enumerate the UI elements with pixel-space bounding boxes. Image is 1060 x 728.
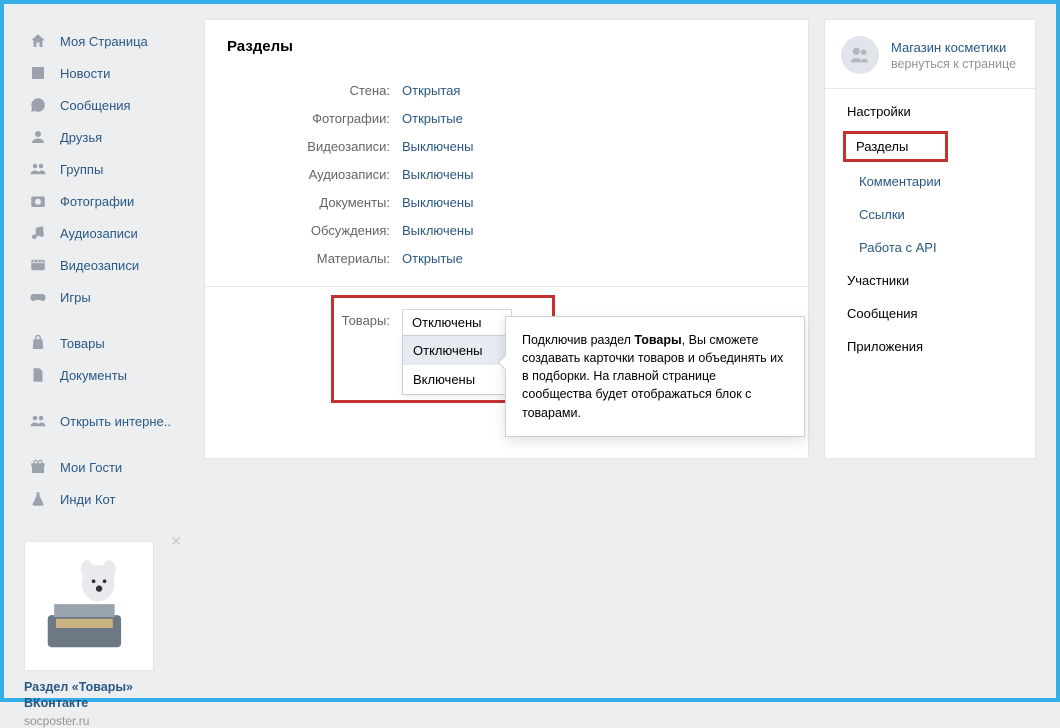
nav-label: Аудиозаписи — [60, 226, 138, 241]
msg-icon — [28, 95, 48, 115]
promo-source: socposter.ru — [24, 714, 174, 728]
nav-item-bag[interactable]: Товары — [24, 327, 189, 359]
nav-item-video[interactable]: Видеозаписи — [24, 249, 189, 281]
nav-label: Сообщения — [60, 98, 131, 113]
setting-row: Документы: Выключены — [205, 195, 778, 210]
tooltip-bold: Товары — [634, 333, 681, 347]
promo-title[interactable]: Раздел «Товары» ВКонтакте — [24, 679, 174, 712]
photo-icon — [28, 191, 48, 211]
setting-label: Фотографии: — [205, 111, 390, 126]
doc-icon — [28, 365, 48, 385]
page-title: Разделы — [205, 20, 808, 83]
setting-label: Видеозаписи: — [205, 139, 390, 154]
setting-label: Стена: — [205, 83, 390, 98]
nav-label: Открыть интерне.. — [60, 414, 171, 429]
nav-label: Группы — [60, 162, 103, 177]
nav-item-photo[interactable]: Фотографии — [24, 185, 189, 217]
setting-label: Материалы: — [205, 251, 390, 266]
setting-row: Видеозаписи: Выключены — [205, 139, 778, 154]
nav-item-user[interactable]: Друзья — [24, 121, 189, 153]
group-icon — [28, 159, 48, 179]
nav-label: Документы — [60, 368, 127, 383]
nav-label: Инди Кот — [60, 492, 115, 507]
community-back-link[interactable]: вернуться к странице — [891, 57, 1016, 71]
setting-value[interactable]: Выключены — [402, 139, 473, 154]
nav-label: Фотографии — [60, 194, 134, 209]
nav-item-group[interactable]: Группы — [24, 153, 189, 185]
setting-value[interactable]: Выключены — [402, 223, 473, 238]
main-panel: Разделы Стена: Открытая Фотографии: Открыты… — [204, 19, 809, 459]
setting-row: Материалы: Открытые — [205, 251, 778, 266]
right-menu-item[interactable]: Ссылки — [825, 198, 1035, 231]
setting-label: Документы: — [205, 195, 390, 210]
community-header[interactable]: Магазин косметики вернуться к странице — [825, 20, 1035, 89]
setting-row: Аудиозаписи: Выключены — [205, 167, 778, 182]
user-icon — [28, 127, 48, 147]
right-menu-item[interactable]: Настройки — [825, 95, 1035, 128]
setting-value[interactable]: Открытые — [402, 111, 463, 126]
nav-label: Друзья — [60, 130, 102, 145]
promo-close-icon[interactable]: ✕ — [170, 533, 182, 550]
nav-label: Мои Гости — [60, 460, 122, 475]
nav-label: Видеозаписи — [60, 258, 139, 273]
goods-select[interactable]: Отключены Отключены Включены — [402, 309, 512, 336]
right-menu-item[interactable]: Работа с API — [825, 231, 1035, 264]
setting-value[interactable]: Открытые — [402, 251, 463, 266]
setting-row: Фотографии: Открытые — [205, 111, 778, 126]
setting-value[interactable]: Выключены — [402, 195, 473, 210]
nav-item-msg[interactable]: Сообщения — [24, 89, 189, 121]
home-icon — [28, 31, 48, 51]
video-icon — [28, 255, 48, 275]
nav-item-gift[interactable]: Мои Гости — [24, 451, 189, 483]
nav-item-game[interactable]: Игры — [24, 281, 189, 313]
setting-label: Аудиозаписи: — [205, 167, 390, 182]
game-icon — [28, 287, 48, 307]
community-name: Магазин косметики — [891, 40, 1016, 55]
goods-label: Товары: — [205, 309, 390, 328]
tooltip-text-pre: Подключив раздел — [522, 333, 634, 347]
promo-block: ✕ Раздел «Товары» ВКонтакте socposter.ru — [24, 541, 174, 728]
nav-label: Игры — [60, 290, 91, 305]
right-menu-item[interactable]: Участники — [825, 264, 1035, 297]
right-menu-item[interactable]: Приложения — [825, 330, 1035, 363]
left-navigation: Моя Страница Новости Сообщения Друзья Группы… — [24, 19, 189, 683]
right-menu-active-box: Разделы — [843, 131, 948, 162]
audio-icon — [28, 223, 48, 243]
gift-icon — [28, 457, 48, 477]
goods-option-enabled[interactable]: Включены — [403, 365, 515, 394]
setting-row: Обсуждения: Выключены — [205, 223, 778, 238]
nav-item-news[interactable]: Новости — [24, 57, 189, 89]
setting-row: Стена: Открытая — [205, 83, 778, 98]
promo-image[interactable] — [24, 541, 154, 671]
nav-label: Моя Страница — [60, 34, 148, 49]
setting-value[interactable]: Открытая — [402, 83, 460, 98]
nav-item-group[interactable]: Открыть интерне.. — [24, 405, 189, 437]
bag-icon — [28, 333, 48, 353]
nav-item-home[interactable]: Моя Страница — [24, 25, 189, 57]
setting-value[interactable]: Выключены — [402, 167, 473, 182]
nav-item-doc[interactable]: Документы — [24, 359, 189, 391]
right-menu-item[interactable]: Сообщения — [825, 297, 1035, 330]
nav-label: Товары — [60, 336, 105, 351]
flask-icon — [28, 489, 48, 509]
right-menu-item[interactable]: Комментарии — [825, 165, 1035, 198]
goods-select-dropdown: Отключены Включены — [402, 335, 516, 395]
nav-label: Новости — [60, 66, 110, 81]
group-icon — [28, 411, 48, 431]
community-avatar — [841, 36, 879, 74]
nav-item-flask[interactable]: Инди Кот — [24, 483, 189, 515]
news-icon — [28, 63, 48, 83]
nav-item-audio[interactable]: Аудиозаписи — [24, 217, 189, 249]
right-panel: Магазин косметики вернуться к странице Н… — [824, 19, 1036, 459]
setting-label: Обсуждения: — [205, 223, 390, 238]
right-menu-sections-active[interactable]: Разделы — [825, 128, 1035, 165]
goods-tooltip: Подключив раздел Товары, Вы сможете созд… — [505, 316, 805, 437]
goods-select-current[interactable]: Отключены — [402, 309, 512, 336]
